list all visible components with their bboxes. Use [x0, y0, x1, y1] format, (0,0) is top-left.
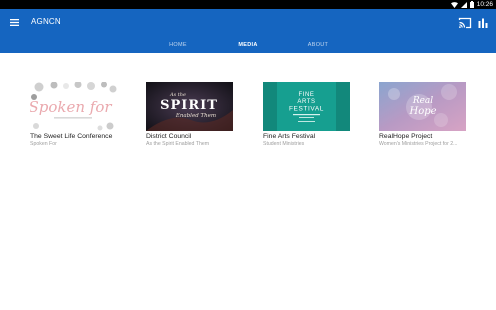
signal-icon [460, 1, 467, 8]
card-title: RealHope Project [379, 133, 433, 140]
media-card-realhope[interactable]: Real Hope RealHope Project Women's Minis… [379, 82, 467, 147]
card-title: District Council [146, 133, 192, 140]
card-title: Fine Arts Festival [263, 133, 316, 140]
thumb-text-hope: Hope [408, 106, 436, 117]
cast-button[interactable] [458, 16, 472, 29]
stats-button[interactable] [477, 16, 489, 28]
thumb-text-real: Real [412, 96, 433, 106]
media-card-fine-arts[interactable]: FINE ARTS FESTIVAL Fine Arts Festival St… [263, 82, 351, 147]
hamburger-menu-icon [9, 18, 19, 26]
media-card-sweet-life[interactable]: Spoken for The Sweet Life Conference Spo… [30, 82, 118, 147]
menu-button[interactable] [6, 15, 22, 29]
thumb-script-title: Spoken for [30, 98, 112, 116]
status-bar: 10:26 [0, 0, 496, 9]
battery-icon [469, 1, 474, 8]
tab-about[interactable]: ABOUT [283, 39, 353, 62]
tab-bar: HOME MEDIA ABOUT [143, 39, 353, 62]
card-subtitle: As the Spirit Enabled Them [146, 141, 210, 147]
cast-icon [458, 17, 472, 29]
media-thumbnail: Real Hope [379, 82, 466, 131]
app-bar: AGNCN HOME MEDIA ABOUT [0, 9, 496, 62]
card-subtitle: Women's Ministries Project for 2... [379, 141, 458, 147]
thumb-text-festival: FESTIVAL [289, 106, 324, 113]
thumb-text-enabled-them: Enabled Them [175, 113, 216, 119]
card-subtitle: Student Ministries [263, 141, 305, 147]
thumb-text-arts: ARTS [297, 99, 315, 105]
tab-home[interactable]: HOME [143, 39, 213, 62]
app-title: AGNCN [31, 17, 61, 26]
media-thumbnail: FINE ARTS FESTIVAL [263, 82, 350, 131]
media-card-district-council[interactable]: As the SPIRIT Enabled Them District Coun… [146, 82, 234, 147]
clock: 10:26 [476, 1, 493, 8]
thumb-text-fine: FINE [298, 92, 314, 98]
bar-chart-icon [478, 18, 488, 28]
media-thumbnail: As the SPIRIT Enabled Them [146, 82, 233, 131]
status-icons: 10:26 [450, 0, 493, 9]
card-subtitle: Spoken For [30, 141, 57, 147]
wifi-icon [450, 1, 458, 8]
tab-media[interactable]: MEDIA [213, 39, 283, 62]
thumb-text-spirit: SPIRIT [160, 98, 218, 113]
media-thumbnail: Spoken for [30, 82, 117, 131]
card-title: The Sweet Life Conference [30, 133, 113, 140]
